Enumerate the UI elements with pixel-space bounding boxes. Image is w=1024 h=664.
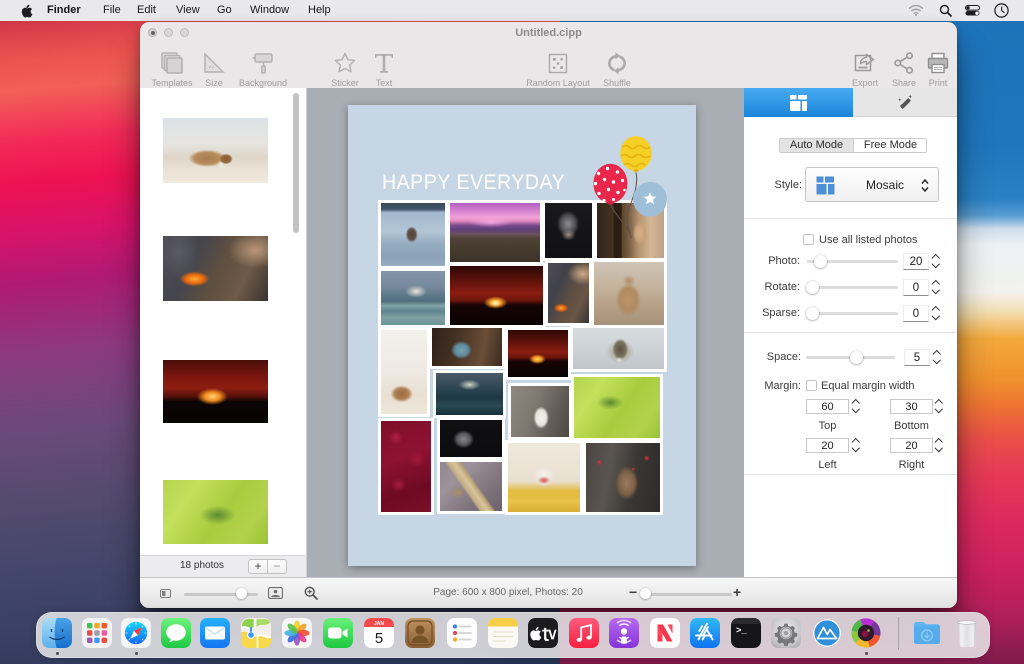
svg-text:5: 5 bbox=[375, 630, 383, 647]
svg-text:>_: >_ bbox=[736, 626, 747, 636]
svg-text:JAN: JAN bbox=[374, 621, 384, 627]
